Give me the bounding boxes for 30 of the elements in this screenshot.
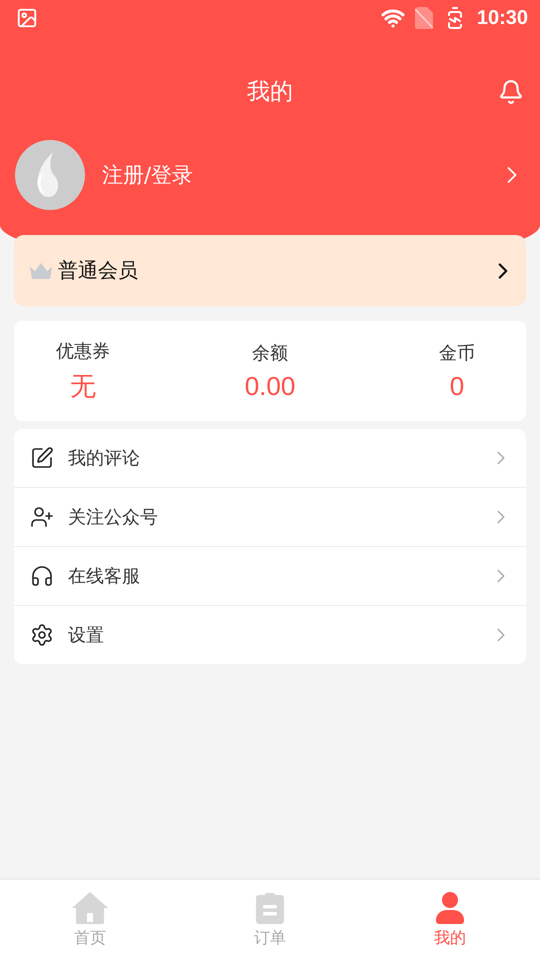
menu-item[interactable]: 关注公众号 bbox=[14, 487, 526, 546]
menu-item[interactable]: 设置 bbox=[14, 605, 526, 664]
stat-label: 余额 bbox=[252, 342, 288, 364]
settings-icon bbox=[30, 623, 54, 647]
tab-item[interactable]: 首页 bbox=[0, 880, 180, 960]
edit-icon bbox=[30, 446, 54, 470]
person-icon bbox=[436, 892, 464, 924]
status-time: 10:30 bbox=[476, 6, 528, 30]
tab-item[interactable]: 我的 bbox=[360, 880, 540, 960]
menu-item[interactable]: 我的评论 bbox=[14, 429, 526, 487]
membership-card[interactable]: 普通会员 bbox=[14, 235, 526, 306]
no-sim-icon bbox=[414, 7, 433, 29]
clipboard-icon bbox=[256, 892, 284, 924]
membership-label: 普通会员 bbox=[58, 257, 139, 284]
stat-value[interactable]: 0 bbox=[450, 370, 464, 402]
add-user-icon bbox=[30, 505, 54, 529]
home-icon bbox=[72, 892, 108, 924]
page-title: 我的 bbox=[247, 78, 293, 106]
menu-item[interactable]: 在线客服 bbox=[14, 546, 526, 605]
stat-value[interactable]: 无 bbox=[70, 368, 96, 404]
notification-icon[interactable] bbox=[498, 79, 524, 105]
stat-value[interactable]: 0.00 bbox=[244, 370, 296, 402]
headset-icon bbox=[30, 564, 54, 588]
image-icon bbox=[16, 7, 38, 29]
crown-icon bbox=[30, 262, 52, 278]
tab-item[interactable]: 订单 bbox=[180, 880, 360, 960]
stat-label: 金币 bbox=[439, 342, 475, 364]
avatar[interactable] bbox=[15, 140, 85, 210]
login-link[interactable]: 注册/登录 bbox=[102, 161, 481, 189]
stat-label: 优惠券 bbox=[56, 340, 110, 362]
